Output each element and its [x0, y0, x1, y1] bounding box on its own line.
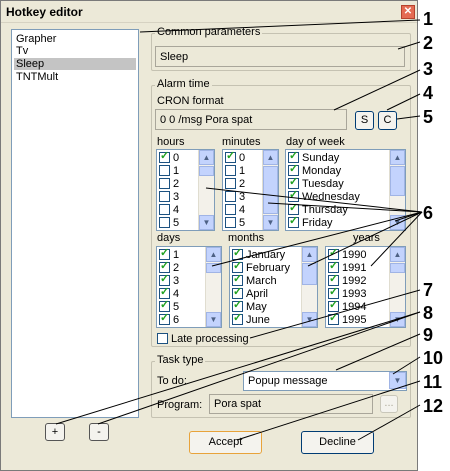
- callout-line-6a: [205, 187, 423, 213]
- callout-line-11: [236, 380, 421, 441]
- callout-8: 8: [423, 303, 434, 323]
- callout-6: 6: [423, 203, 434, 223]
- callout-7: 7: [423, 280, 434, 300]
- callout-line-4: [386, 93, 421, 111]
- callout-line-2: [397, 41, 421, 50]
- callout-line-5: [396, 115, 421, 120]
- callout-11: 11: [423, 372, 443, 392]
- callout-line-3: [333, 69, 421, 111]
- callout-1: 1: [423, 9, 434, 29]
- callout-4: 4: [423, 83, 434, 103]
- callout-line-7: [249, 289, 421, 339]
- callout-12: 12: [423, 396, 444, 416]
- callout-3: 3: [423, 59, 434, 79]
- callout-9: 9: [423, 325, 434, 345]
- callout-line-6e: [307, 211, 423, 267]
- callout-line-8a: [55, 311, 421, 425]
- callout-5: 5: [423, 107, 434, 127]
- annotation-lines: [55, 19, 423, 441]
- callout-line-6d: [211, 211, 423, 267]
- callout-10: 10: [423, 348, 444, 368]
- callout-2: 2: [423, 33, 434, 53]
- callout-line-8b: [97, 311, 421, 425]
- callout-line-6b: [267, 202, 423, 213]
- callout-line-12: [357, 404, 421, 441]
- callout-line-10: [392, 356, 421, 375]
- callout-line-1: [139, 19, 421, 33]
